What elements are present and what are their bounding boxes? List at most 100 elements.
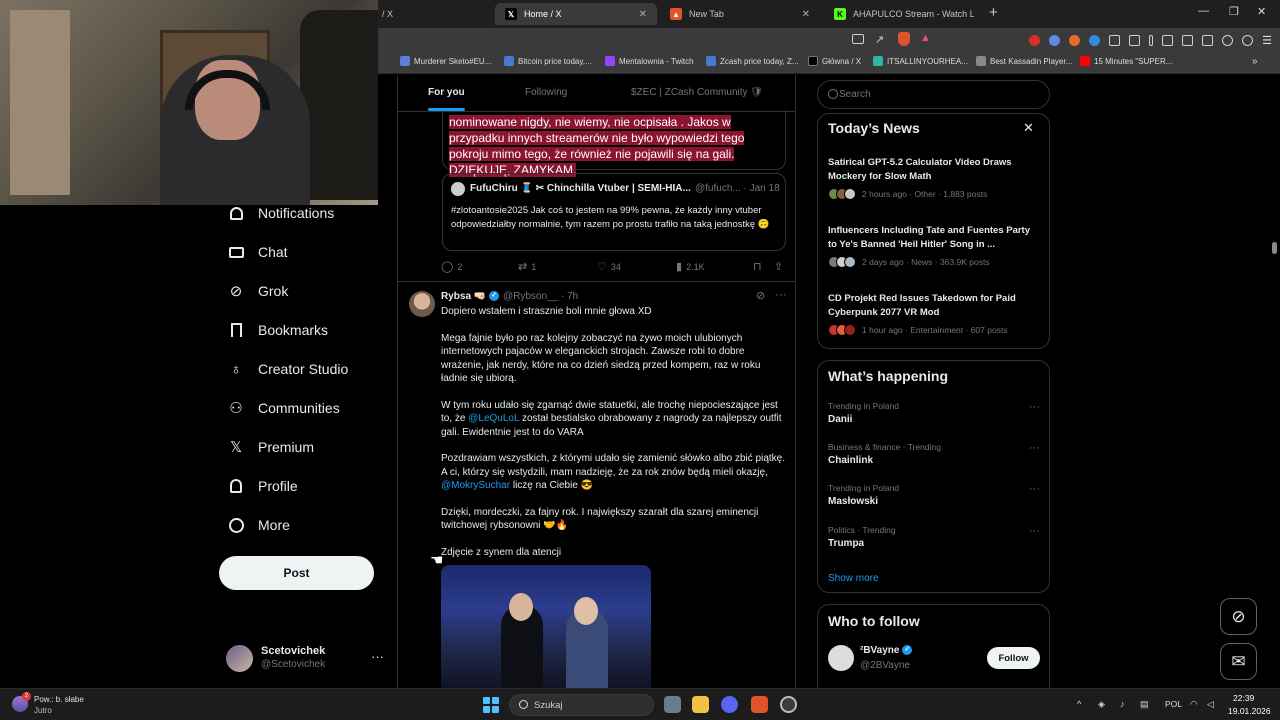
bookmark-button[interactable]: ⊓ (753, 260, 762, 273)
clock-time[interactable]: 22:39 (1233, 693, 1254, 703)
new-tab-icon[interactable]: + (989, 4, 998, 21)
more-dots-icon[interactable]: ··· (1029, 483, 1040, 495)
vpn-icon[interactable] (1242, 34, 1254, 46)
wallet-icon[interactable] (1129, 34, 1141, 46)
extension-icon[interactable] (1049, 34, 1061, 46)
messages-floating-button[interactable]: ✉ (1220, 643, 1257, 680)
screen-cast-icon[interactable] (852, 34, 864, 44)
more-dots-icon[interactable]: ··· (1029, 442, 1040, 454)
follow-button[interactable]: Follow (987, 647, 1040, 669)
nav-creator-studio[interactable]: ♁ Creator Studio (228, 361, 348, 378)
trend-item[interactable]: Trending in Poland Danii ··· (828, 401, 1040, 425)
nav-notifications[interactable]: Notifications (228, 205, 334, 221)
like-button[interactable]: ♡ 34 (597, 260, 621, 273)
tab-for-you[interactable]: For you (428, 87, 465, 98)
brave-shields-icon[interactable] (898, 32, 910, 46)
maximize-icon[interactable]: ❐ (1229, 5, 1239, 18)
clock-date[interactable]: 19.01.2026 (1228, 706, 1271, 716)
minimize-icon[interactable]: — (1198, 5, 1209, 17)
microphone-icon[interactable]: ♪ (1120, 699, 1125, 709)
tab-zcash-community[interactable]: $ZEC | ZCash Community 🛡 (631, 87, 763, 98)
repost-button[interactable]: ⇄ 1 (518, 260, 536, 273)
bookmark-item[interactable]: Murderer Sketo#EU... (400, 56, 491, 66)
bookmark-item[interactable]: Główna / X (808, 56, 861, 66)
nav-premium[interactable]: 𝕏 Premium (228, 439, 314, 456)
avatar[interactable] (828, 645, 854, 671)
leo-ai-icon[interactable] (1222, 34, 1234, 46)
bookmark-item[interactable]: Zcash price today, Z... (706, 56, 799, 66)
tab-x-previous[interactable]: / X (372, 3, 492, 25)
more-dots-icon[interactable]: ··· (1029, 525, 1040, 537)
close-tab-icon[interactable]: ✕ (639, 9, 647, 20)
more-dots-icon[interactable]: ··· (1029, 401, 1040, 413)
language-indicator[interactable]: POL (1165, 699, 1182, 709)
menu-icon[interactable]: ☰ (1262, 34, 1272, 47)
discord-icon[interactable] (721, 696, 738, 713)
trend-item[interactable]: Business & finance · Trending Chainlink ··… (828, 442, 1040, 466)
follow-suggestion-name[interactable]: ²BVayne ✓ (860, 645, 913, 656)
grok-icon[interactable]: ⊘ (756, 289, 765, 302)
more-bookmarks-icon[interactable]: » (1252, 56, 1258, 67)
task-view-icon[interactable] (664, 696, 681, 713)
brave-icon[interactable] (751, 696, 768, 713)
sidebar-icon[interactable] (1182, 34, 1194, 46)
playlist-icon[interactable] (1162, 34, 1174, 46)
extension-icon[interactable] (1069, 34, 1081, 46)
share-button[interactable]: ⇪ (774, 260, 783, 273)
network-icon[interactable]: ▤ (1140, 699, 1149, 710)
nav-communities[interactable]: ⚇ Communities (228, 400, 339, 417)
wallet-icon[interactable] (1202, 34, 1214, 46)
tab-home-x[interactable]: 𝕏 Home / X ✕ (495, 3, 657, 25)
news-item[interactable]: CD Projekt Red Issues Takedown for Paid … (828, 292, 1040, 336)
search-input[interactable] (839, 86, 1039, 103)
more-dots-icon[interactable]: ··· (775, 287, 787, 301)
close-tab-icon[interactable]: ✕ (802, 9, 810, 20)
views-button[interactable]: ▮ 2.1K (676, 260, 705, 273)
volume-icon[interactable]: ◁ (1207, 699, 1214, 710)
chevron-up-icon[interactable]: ^ (1077, 699, 1081, 709)
trend-item[interactable]: Politics · Trending Trumpa ··· (828, 525, 1040, 549)
more-dots-icon[interactable]: ··· (371, 649, 384, 664)
ublock-icon[interactable] (1029, 34, 1041, 46)
puzzle-extensions-icon[interactable] (1109, 34, 1121, 46)
page-scrollbar-thumb[interactable] (1272, 242, 1277, 254)
nav-chat[interactable]: Chat (228, 244, 288, 260)
bookmark-item[interactable]: Bitcoin price today,... (504, 56, 592, 66)
tab-following[interactable]: Following (525, 87, 567, 98)
bookmark-item[interactable]: Best Kassadin Player... (976, 56, 1072, 66)
obs-icon[interactable] (780, 696, 797, 713)
tray-app-icon[interactable]: ◈ (1098, 699, 1105, 710)
reply-button[interactable]: ◯ 2 (441, 260, 462, 273)
post-button[interactable]: Post (219, 556, 374, 590)
nav-bookmarks[interactable]: Bookmarks (228, 322, 328, 338)
mention-link[interactable]: @LeQuLoL (468, 413, 519, 424)
post-photo[interactable] (441, 565, 651, 688)
taskbar-search[interactable]: Szukaj (509, 694, 654, 716)
bookmark-item[interactable]: Mentalownia - Twitch (605, 56, 694, 66)
brave-rewards-icon[interactable]: ▲ (920, 32, 931, 44)
post-author-name[interactable]: Rybsa 🤜🏻 ✓ (441, 291, 500, 302)
wifi-icon[interactable]: ◠ (1190, 699, 1198, 710)
avatar[interactable] (409, 291, 435, 317)
share-icon[interactable]: ↗ (875, 33, 884, 46)
news-item[interactable]: Satirical GPT-5.2 Calculator Video Draws… (828, 156, 1040, 200)
close-icon[interactable]: ✕ (1023, 120, 1034, 136)
mention-link[interactable]: @MokrySuchar (441, 480, 510, 491)
weather-text[interactable]: Pow.: b. słabe (34, 695, 84, 704)
nav-more[interactable]: More (228, 517, 290, 533)
tab-kick-stream[interactable]: K AHAPULCO Stream - Watch Live on K (824, 3, 984, 25)
nav-grok[interactable]: ⊘ Grok (228, 283, 289, 300)
window-close-icon[interactable]: ✕ (1257, 5, 1266, 18)
windows-start-icon[interactable] (483, 697, 499, 713)
file-explorer-icon[interactable] (692, 696, 709, 713)
news-item[interactable]: Influencers Including Tate and Fuentes P… (828, 224, 1040, 268)
extension-icon[interactable] (1089, 34, 1101, 46)
post[interactable]: Rybsa 🤜🏻 ✓ @Rybson__ · 7h ⊘ ··· Dopiero … (398, 282, 795, 688)
bookmark-item[interactable]: ITSALLINYOURHEA... (873, 56, 968, 66)
tab-new-tab[interactable]: ▲ New Tab ✕ (660, 3, 820, 25)
nested-quoted-post[interactable]: FufuChiru 🧵 ✂ Chinchilla Vtuber | SEMI-H… (442, 173, 786, 251)
search-box[interactable] (817, 80, 1050, 109)
bookmark-item[interactable]: 15 Minutes "SUPER... (1080, 56, 1172, 66)
nav-profile[interactable]: Profile (228, 478, 298, 494)
account-switcher[interactable]: Scetovichek @Scetovichek ··· (226, 643, 386, 675)
